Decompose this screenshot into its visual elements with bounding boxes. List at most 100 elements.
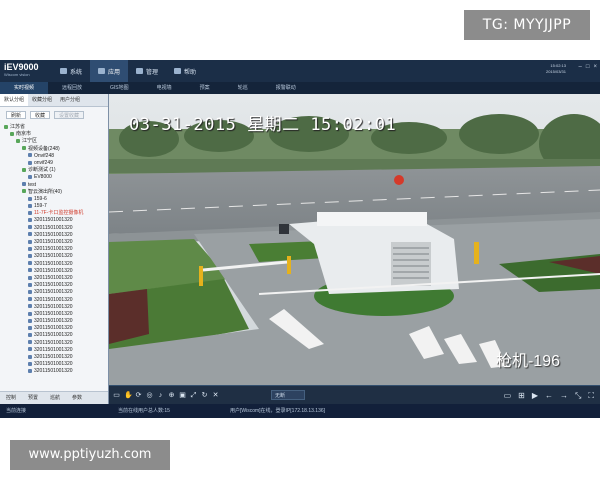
tree-node[interactable]: 智云演出所(40) [0,189,108,196]
capture-icon[interactable]: ▣ [179,392,186,399]
status-online-users: 当前在线用户总人数:15 [118,408,170,414]
tab-favorite-group[interactable]: 收藏分组 [28,94,56,106]
tree-node[interactable]: 32011501001320 [0,325,108,332]
tree-node[interactable]: 32011501001320 [0,239,108,246]
minimize-icon[interactable]: – [579,64,582,70]
tree-node[interactable]: 32011501001320 [0,282,108,289]
tree-node[interactable]: 159-6 [0,196,108,203]
camera-icon [28,232,32,237]
tree-node[interactable]: 32011501001320 [0,217,108,224]
fullscreen-icon[interactable]: ⤢ [190,392,197,399]
tree-node[interactable]: 32011501001320 [0,340,108,347]
grid-icon[interactable]: ⊞ [518,391,525,400]
tab-remote-playback[interactable]: 远程回放 [48,82,96,94]
expand-icon[interactable]: ⤡ [575,391,581,400]
tree-node[interactable]: 32011501001320 [0,253,108,260]
sub-tab-bar: 实时视频 远程回放 GIS地图 电视墙 预案 轮巡 报警联动 [0,82,600,94]
microphone-icon[interactable]: ♪ [157,392,164,399]
menu-system[interactable]: 系统 [52,60,90,82]
tree-node[interactable]: 32011501001320 [0,289,108,296]
audio-icon[interactable]: ◎ [146,392,153,399]
set-favorite-button[interactable]: 设置收藏 [54,111,85,119]
close-video-icon[interactable]: ✕ [212,392,219,399]
camera-icon [28,361,32,366]
tab-plan[interactable]: 预案 [186,82,224,94]
tree-node[interactable]: 32011501001320 [0,232,108,239]
menu-apps[interactable]: 应用 [90,60,129,82]
logo-subtext: Wiscom vision [4,72,30,77]
tree-node[interactable]: 32011501001320 [0,368,108,375]
tab-gis-map[interactable]: GIS地图 [96,82,143,94]
tree-node[interactable]: 32011501001320 [0,304,108,311]
tab-ptz-control[interactable]: 控制 [0,392,22,404]
fullscreen-view-icon[interactable]: ⛶ [588,391,594,400]
tree-node[interactable]: 32011501001320 [0,361,108,368]
status-bar: 当前连接 当前在线用户总人数:15 用户[Wiscom]在线，登录IP[172.… [0,404,600,418]
refresh-button[interactable]: 刷新 [6,111,27,119]
tree-node-label: 32011501001320 [34,260,73,267]
tab-user-group[interactable]: 用户分组 [56,94,84,106]
camera-icon [28,282,32,287]
camera-icon [28,333,32,338]
tree-node[interactable]: EV8000 [0,174,108,181]
tab-tv-wall[interactable]: 电视墙 [143,82,186,94]
favorite-button[interactable]: 收藏 [30,111,51,119]
tree-node-label: 32011501001320 [34,296,73,303]
close-icon[interactable]: × [593,64,597,70]
tree-node[interactable]: 32011501001320 [0,311,108,318]
tree-node-label: 32011501001320 [34,239,73,245]
tab-preset[interactable]: 预置 [22,392,44,404]
screen-icon[interactable]: ▭ [113,392,120,399]
tree-node[interactable]: 32011501001320 [0,246,108,253]
menu-help[interactable]: 帮助 [166,60,204,82]
tree-node-label: 32011501001320 [34,368,73,375]
tree-node-label: 32011501001320 [34,274,73,281]
camera-icon [22,182,26,187]
tree-node[interactable]: Onvif248 [0,153,108,160]
folder-icon [16,139,20,144]
tree-node[interactable]: 32011501001320 [0,261,108,268]
refresh-icon[interactable]: ↻ [201,392,208,399]
single-screen-icon[interactable]: ▭ [504,391,512,400]
tree-node-label: EV8000 [34,174,52,181]
tree-node-label: 32011501001320 [34,303,73,310]
status-connection: 当前连接 [6,408,27,414]
tree-node-label: Onvif248 [34,152,55,159]
tree-node[interactable]: 32011501001320 [0,318,108,325]
maximize-icon[interactable]: □ [586,64,590,70]
folder-icon [4,124,8,129]
tab-live-video[interactable]: 实时视频 [0,82,49,94]
next-icon[interactable]: → [560,391,568,400]
tree-node[interactable]: 32011501001320 [0,275,108,282]
tree-node[interactable]: 32011501001320 [0,354,108,361]
tree-node[interactable]: 11-7F-卡口监控摄像机 [0,210,108,217]
camera-icon [28,275,32,280]
tab-cruise[interactable]: 巡航 [44,392,66,404]
tree-node[interactable]: 32011501001320 [0,268,108,275]
camera-icon [28,203,32,208]
previous-icon[interactable]: ← [545,391,553,400]
camera-icon [28,153,32,158]
tab-parameters[interactable]: 参数 [66,392,88,404]
rotate-icon[interactable]: ⟳ [135,392,142,399]
tab-patrol[interactable]: 轮巡 [224,82,262,94]
tree-node[interactable]: test [0,182,108,189]
play-icon[interactable]: ▶ [532,391,538,400]
stream-select[interactable]: 无断 [271,390,305,400]
tab-alarm-linkage[interactable]: 报警联动 [262,82,310,94]
tree-node[interactable]: 32011501001320 [0,225,108,232]
hand-icon[interactable]: ✋ [124,392,133,399]
tree-node[interactable]: 南京市 [0,131,108,138]
tree-node[interactable]: 视频设备(248) [0,146,108,153]
tree-node[interactable]: 32011501001320 [0,297,108,304]
camera-icon [28,297,32,302]
tree-node[interactable]: 32011501001320 [0,347,108,354]
tree-node[interactable]: 江宁区 [0,138,108,145]
menu-manage[interactable]: 管理 [128,60,166,82]
camera-scene [109,94,600,385]
tab-default-group[interactable]: 默认分组 [0,94,29,106]
zoom-in-icon[interactable]: ⊕ [168,392,175,399]
video-view[interactable]: 03-31-2015 星期二 15:02:01 枪机-196 [109,94,600,385]
tree-node[interactable]: 32011501001320 [0,332,108,339]
tree-node[interactable]: 诊断测试 (1) [0,167,108,174]
